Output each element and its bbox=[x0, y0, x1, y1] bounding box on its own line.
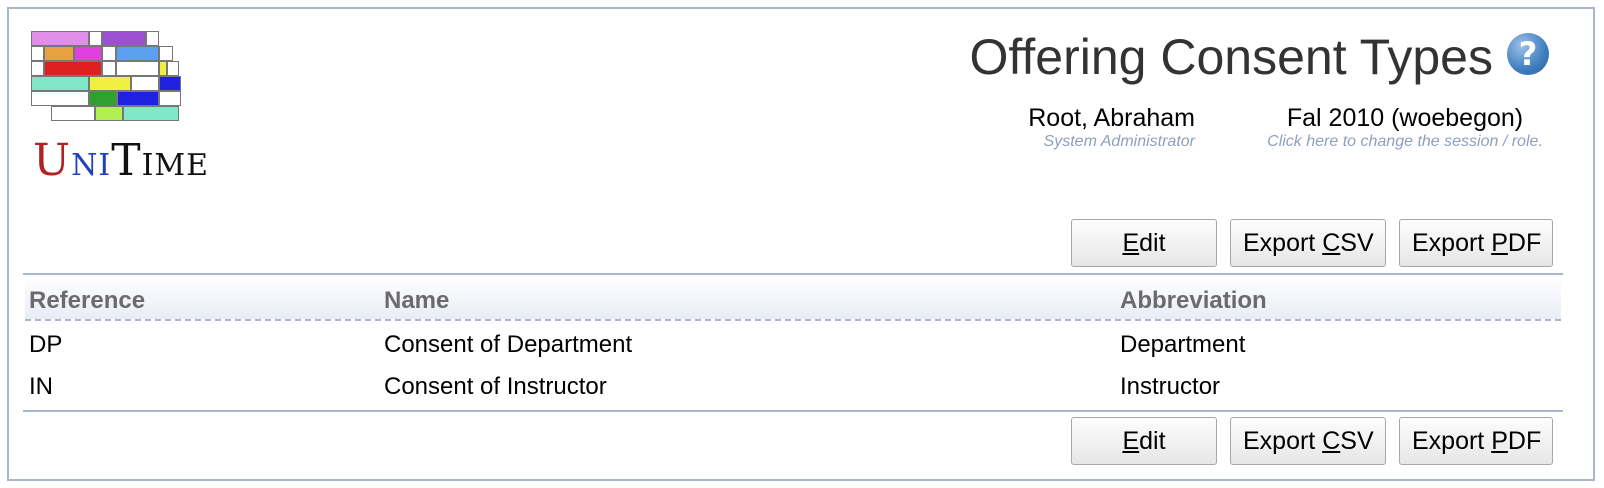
table-row[interactable]: DP Consent of Department Department bbox=[25, 327, 1561, 367]
logo-letter-u: U bbox=[33, 135, 72, 186]
cell-name: Consent of Department bbox=[384, 331, 633, 358]
session-change-hint[interactable]: Click here to change the session / role. bbox=[1253, 133, 1557, 151]
logo-letter-t: T bbox=[111, 135, 142, 186]
user-role: System Administrator bbox=[1043, 133, 1195, 150]
logo-letters-ime: IME bbox=[141, 148, 210, 183]
edit-button[interactable]: Edit bbox=[1071, 417, 1217, 465]
logo-wordmark: UNITIME bbox=[33, 137, 209, 190]
user-name: Root, Abraham bbox=[1028, 104, 1195, 132]
cell-reference: IN bbox=[29, 373, 53, 400]
logo-letters-ni: NI bbox=[71, 148, 112, 183]
cell-name: Consent of Instructor bbox=[384, 373, 607, 400]
table-row[interactable]: IN Consent of Instructor Instructor bbox=[25, 369, 1561, 409]
column-header-name[interactable]: Name bbox=[384, 287, 449, 315]
session-info[interactable]: Fal 2010 (woebegon) Click here to change… bbox=[1253, 103, 1557, 151]
help-icon[interactable]: ? bbox=[1507, 33, 1549, 75]
cell-abbreviation: Department bbox=[1120, 331, 1246, 358]
column-header-abbreviation[interactable]: Abbreviation bbox=[1120, 287, 1267, 315]
page-frame: UNITIME Offering Consent Types ? Root, A… bbox=[7, 7, 1595, 481]
export-pdf-button[interactable]: Export PDF bbox=[1399, 219, 1553, 267]
user-info: Root, Abraham System Administrator bbox=[1025, 103, 1195, 151]
cell-reference: DP bbox=[29, 331, 63, 358]
export-csv-button[interactable]: Export CSV bbox=[1230, 219, 1386, 267]
table-bottom-divider bbox=[23, 410, 1563, 412]
table-top-divider bbox=[23, 273, 1563, 275]
unitime-logo[interactable]: UNITIME bbox=[31, 31, 208, 191]
logo-grid-graphic bbox=[31, 31, 183, 121]
top-button-bar: Edit Export CSV Export PDF bbox=[1071, 219, 1553, 267]
column-header-reference[interactable]: Reference bbox=[29, 287, 145, 315]
bottom-button-bar: Edit Export CSV Export PDF bbox=[1071, 417, 1553, 465]
cell-abbreviation: Instructor bbox=[1120, 373, 1221, 400]
export-pdf-button[interactable]: Export PDF bbox=[1399, 417, 1553, 465]
export-csv-button[interactable]: Export CSV bbox=[1230, 417, 1386, 465]
page-title: Offering Consent Types bbox=[969, 29, 1493, 85]
session-name[interactable]: Fal 2010 (woebegon) bbox=[1253, 103, 1557, 133]
table-header-row: Reference Name Abbreviation bbox=[25, 277, 1561, 321]
edit-button[interactable]: Edit bbox=[1071, 219, 1217, 267]
